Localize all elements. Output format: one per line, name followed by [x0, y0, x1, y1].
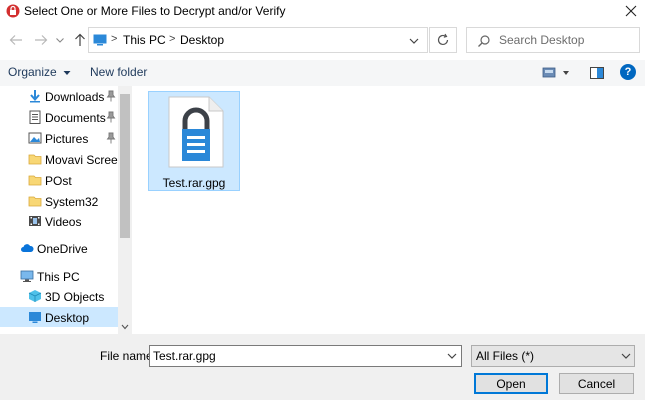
change-view-button[interactable] — [541, 65, 573, 81]
file-type-value: All Files (*) — [476, 349, 535, 363]
breadcrumb-desktop[interactable]: Desktop — [180, 33, 224, 47]
kleopatra-icon — [6, 4, 20, 18]
sidebar-item-label: OneDrive — [37, 242, 88, 256]
file-type-select[interactable]: All Files (*) — [471, 345, 635, 367]
chevron-down-icon[interactable] — [445, 349, 459, 363]
preview-pane-icon — [590, 67, 604, 79]
view-options-icon — [542, 67, 569, 78]
sidebar-item[interactable]: 3D Objects — [0, 286, 118, 306]
folder-icon — [28, 175, 42, 186]
refresh-button[interactable] — [429, 27, 457, 53]
sidebar-item-label: Documents — [45, 111, 106, 125]
navigation-pane: Downloads Documents Pictures Movavi Screen … — [0, 86, 132, 334]
window-title: Select One or More Files to Decrypt and/… — [24, 4, 286, 18]
pin-icon[interactable] — [106, 111, 116, 123]
pin-icon[interactable] — [106, 90, 116, 102]
arrow-right-icon — [35, 35, 48, 45]
desktop-icon — [93, 34, 107, 46]
preview-pane-button[interactable] — [589, 65, 605, 81]
folder-icon — [28, 196, 42, 207]
sidebar-item[interactable]: This PC — [0, 266, 118, 286]
sidebar-item[interactable]: Videos — [0, 211, 118, 231]
sidebar-item[interactable]: Pictures — [0, 128, 118, 148]
sidebar-item-label: Videos — [45, 215, 82, 229]
desktop-icon — [29, 312, 41, 323]
download-arrow-icon — [30, 90, 40, 103]
sidebar-item[interactable]: Documents — [0, 107, 118, 127]
sidebar-item[interactable]: OneDrive — [0, 238, 118, 258]
sidebar-item[interactable]: Downloads — [0, 86, 118, 106]
back-button[interactable] — [6, 29, 26, 51]
encrypted-file-icon — [168, 96, 224, 168]
command-bar: Organize New folder ? — [0, 60, 645, 86]
forward-button[interactable] — [31, 29, 51, 51]
chevron-down-icon — [121, 324, 129, 330]
title-bar: Select One or More Files to Decrypt and/… — [0, 0, 645, 22]
scrollbar-thumb[interactable] — [120, 94, 130, 238]
breadcrumb-separator: > — [169, 33, 176, 45]
chevron-down-icon — [56, 38, 64, 43]
sidebar-item-label: Desktop — [45, 311, 90, 325]
sidebar-item[interactable]: Desktop — [0, 307, 118, 327]
help-button[interactable]: ? — [620, 64, 636, 80]
documents-icon — [29, 110, 41, 124]
caret-down-icon — [63, 70, 71, 75]
computer-icon — [20, 270, 34, 282]
sidebar-item[interactable]: Movavi Screen C — [0, 149, 132, 169]
sidebar-item-label: This PC — [37, 270, 80, 284]
breadcrumb-this-pc[interactable]: This PC — [123, 33, 166, 47]
cube-icon — [28, 290, 42, 302]
chevron-down-icon[interactable] — [407, 34, 421, 48]
open-button[interactable]: Open — [474, 373, 548, 394]
file-item[interactable]: Test.rar.gpg — [148, 91, 240, 191]
pictures-icon — [28, 132, 42, 144]
search-input[interactable] — [499, 32, 634, 48]
up-button[interactable] — [70, 29, 90, 51]
cancel-button[interactable]: Cancel — [559, 373, 634, 394]
pin-icon[interactable] — [106, 132, 116, 144]
sidebar-item[interactable]: POst — [0, 170, 118, 190]
sidebar-item-label: POst — [45, 174, 72, 188]
cloud-icon — [21, 244, 34, 252]
address-bar[interactable]: > This PC > Desktop — [88, 27, 428, 53]
navigation-bar: > This PC > Desktop — [0, 26, 645, 56]
arrow-left-icon — [9, 35, 22, 45]
search-box[interactable] — [466, 27, 640, 53]
folder-icon — [28, 154, 42, 165]
file-name-label: Test.rar.gpg — [162, 176, 226, 190]
sidebar-item[interactable]: System32 — [0, 191, 118, 211]
scroll-down-button[interactable] — [118, 320, 132, 334]
refresh-icon — [437, 33, 449, 46]
videos-icon — [29, 216, 41, 226]
recent-locations-button[interactable] — [53, 29, 67, 51]
chevron-down-icon — [621, 353, 631, 359]
organize-label: Organize — [8, 65, 57, 79]
sidebar-item-label: 3D Objects — [45, 290, 105, 304]
sidebar-item-label: System32 — [45, 195, 99, 209]
close-icon — [625, 5, 637, 17]
file-name-label: File name: — [100, 349, 157, 363]
breadcrumb-separator: > — [111, 33, 118, 45]
close-button[interactable] — [617, 0, 645, 22]
file-name-combobox[interactable] — [149, 345, 462, 367]
search-icon — [478, 35, 490, 47]
sidebar-item-label: Pictures — [45, 132, 89, 146]
arrow-up-icon — [75, 33, 85, 46]
new-folder-button[interactable]: New folder — [90, 65, 147, 79]
organize-button[interactable]: Organize — [8, 65, 71, 79]
sidebar-item-label: Downloads — [45, 90, 105, 104]
file-name-input[interactable] — [153, 348, 438, 364]
dialog-footer — [0, 334, 645, 400]
